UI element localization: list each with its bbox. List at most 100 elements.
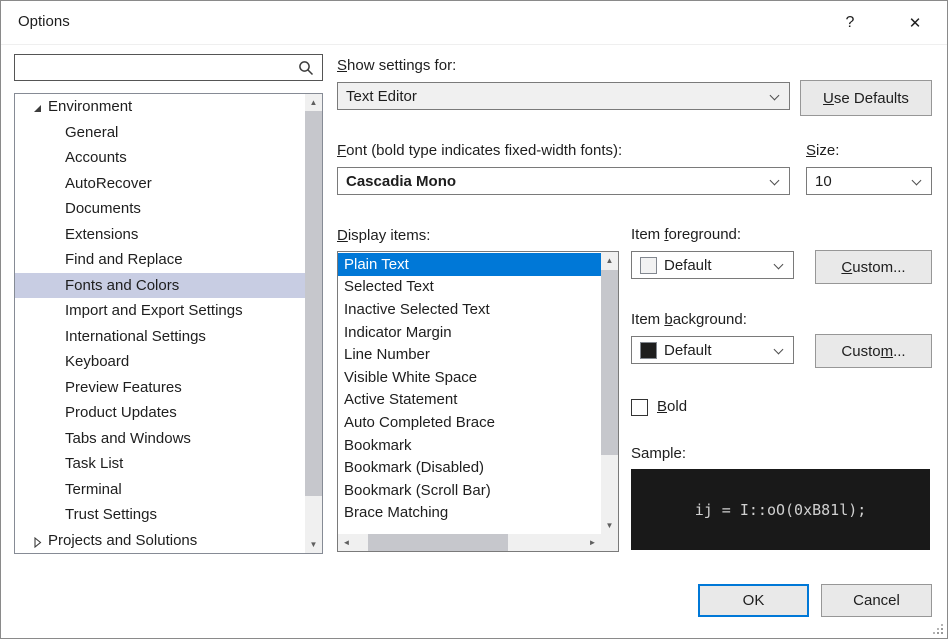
chevron-down-icon — [774, 345, 784, 355]
item-background-select[interactable]: Default — [631, 336, 794, 364]
cancel-button[interactable]: Cancel — [821, 584, 932, 617]
scroll-up-icon[interactable]: ▲ — [601, 252, 618, 269]
tree-item[interactable]: Find and Replace — [15, 247, 305, 273]
resize-grip-icon[interactable] — [932, 623, 944, 635]
tree-item[interactable]: Keyboard — [15, 349, 305, 375]
scroll-up-icon[interactable]: ▲ — [305, 94, 322, 111]
display-item[interactable]: Bookmark (Disabled) — [338, 456, 601, 479]
foreground-value: Default — [664, 257, 712, 274]
display-item[interactable]: Auto Completed Brace — [338, 411, 601, 434]
display-item-label: Indicator Margin — [344, 324, 452, 341]
tree-item-label: Trust Settings — [65, 506, 157, 523]
tree-item-label: Import and Export Settings — [65, 302, 243, 319]
background-color-swatch — [640, 342, 657, 359]
tree-item[interactable]: Product Updates — [15, 400, 305, 426]
tree-item[interactable]: Documents — [15, 196, 305, 222]
display-item-label: Auto Completed Brace — [344, 414, 495, 431]
display-item-label: Inactive Selected Text — [344, 301, 490, 318]
display-item[interactable]: Bookmark — [338, 434, 601, 457]
tree-item[interactable]: Extensions — [15, 222, 305, 248]
tree-item-label: General — [65, 124, 118, 141]
tree-item-label: Projects and Solutions — [48, 532, 197, 549]
expand-icon[interactable] — [32, 535, 43, 546]
tree-item[interactable]: Preview Features — [15, 375, 305, 401]
titlebar: Options ? ✕ — [1, 1, 947, 45]
display-item[interactable]: Bookmark (Scroll Bar) — [338, 479, 601, 502]
tree-item[interactable]: Task List — [15, 451, 305, 477]
display-items-label: Display items: — [337, 227, 430, 244]
scroll-right-icon[interactable]: ► — [584, 534, 601, 551]
display-item[interactable]: Indicator Margin — [338, 321, 601, 344]
tree-item-label: Find and Replace — [65, 251, 183, 268]
show-settings-select[interactable]: Text Editor — [337, 82, 790, 110]
scroll-down-icon[interactable]: ▼ — [601, 517, 618, 534]
tree-scrollbar-thumb[interactable] — [305, 111, 322, 496]
display-item[interactable]: Active Statement — [338, 389, 601, 412]
tree-item[interactable]: Terminal — [15, 477, 305, 503]
search-icon[interactable] — [298, 60, 314, 76]
bold-checkbox[interactable] — [631, 399, 648, 416]
tree-item[interactable]: Accounts — [15, 145, 305, 171]
display-item[interactable]: Plain Text — [338, 253, 601, 276]
sample-label: Sample: — [631, 445, 686, 462]
tree-item-label: Terminal — [65, 481, 122, 498]
list-scrollbar-thumb[interactable] — [601, 270, 618, 455]
scroll-left-icon[interactable]: ◄ — [338, 534, 355, 551]
search-input[interactable] — [14, 54, 323, 81]
background-value: Default — [664, 342, 712, 359]
sample-text: ij = I::oO(0xB81l); — [695, 501, 867, 519]
tree-item[interactable]: General — [15, 120, 305, 146]
window-title: Options — [18, 13, 70, 30]
close-button[interactable]: ✕ — [893, 1, 937, 45]
tree-scrollbar[interactable]: ▲ ▼ — [305, 94, 322, 553]
sample-preview: ij = I::oO(0xB81l); — [631, 469, 930, 550]
display-items-rows: Plain Text Selected Text Inactive Select… — [338, 253, 601, 534]
item-foreground-label: Item foreground: — [631, 226, 741, 243]
tree-item-label: Accounts — [65, 149, 127, 166]
display-item-label: Bookmark — [344, 437, 412, 454]
font-label: Font (bold type indicates fixed-width fo… — [337, 142, 622, 159]
display-item-label: Bookmark (Scroll Bar) — [344, 482, 491, 499]
bold-label: Bold — [657, 398, 687, 415]
tree-item-label: Extensions — [65, 226, 138, 243]
tree-item-label: Tabs and Windows — [65, 430, 191, 447]
tree-item-projects-and-solutions[interactable]: Projects and Solutions — [15, 528, 305, 554]
display-items-list: Plain Text Selected Text Inactive Select… — [337, 251, 619, 552]
use-defaults-button[interactable]: Use Defaults — [800, 80, 932, 116]
tree-item[interactable]: Tabs and Windows — [15, 426, 305, 452]
collapse-icon[interactable] — [32, 101, 43, 112]
item-foreground-select[interactable]: Default — [631, 251, 794, 279]
tree-item[interactable]: Fonts and Colors — [15, 273, 305, 299]
display-item[interactable]: Inactive Selected Text — [338, 298, 601, 321]
tree-item-label: Preview Features — [65, 379, 182, 396]
tree-item[interactable]: AutoRecover — [15, 171, 305, 197]
display-item[interactable]: Selected Text — [338, 276, 601, 299]
scroll-down-icon[interactable]: ▼ — [305, 536, 322, 553]
custom-background-button[interactable]: Custom... — [815, 334, 932, 368]
list-vertical-scrollbar[interactable]: ▲ ▼ — [601, 252, 618, 534]
tree-item[interactable]: International Settings — [15, 324, 305, 350]
tree-item[interactable]: Import and Export Settings — [15, 298, 305, 324]
tree-item-label: Fonts and Colors — [65, 277, 179, 294]
tree-item-label: AutoRecover — [65, 175, 152, 192]
display-item[interactable]: Visible White Space — [338, 366, 601, 389]
hscroll-thumb[interactable] — [368, 534, 508, 551]
tree-rows: Environment General Accounts AutoRecover — [15, 94, 305, 553]
display-item[interactable]: Brace Matching — [338, 502, 601, 525]
ok-button[interactable]: OK — [698, 584, 809, 617]
chevron-down-icon — [770, 91, 780, 101]
display-item[interactable]: Line Number — [338, 343, 601, 366]
size-label: Size: — [806, 142, 839, 159]
tree-item-label: Keyboard — [65, 353, 129, 370]
tree-item-environment[interactable]: Environment — [15, 94, 305, 120]
size-value: 10 — [815, 173, 832, 190]
custom-foreground-button[interactable]: Custom... — [815, 250, 932, 284]
display-item-label: Bookmark (Disabled) — [344, 459, 484, 476]
help-button[interactable]: ? — [828, 1, 872, 45]
tree-item[interactable]: Trust Settings — [15, 502, 305, 528]
font-select[interactable]: Cascadia Mono — [337, 167, 790, 195]
list-horizontal-scrollbar[interactable]: ◄ ► — [338, 534, 601, 551]
size-select[interactable]: 10 — [806, 167, 932, 195]
display-item-label: Brace Matching — [344, 504, 448, 521]
chevron-down-icon — [770, 176, 780, 186]
